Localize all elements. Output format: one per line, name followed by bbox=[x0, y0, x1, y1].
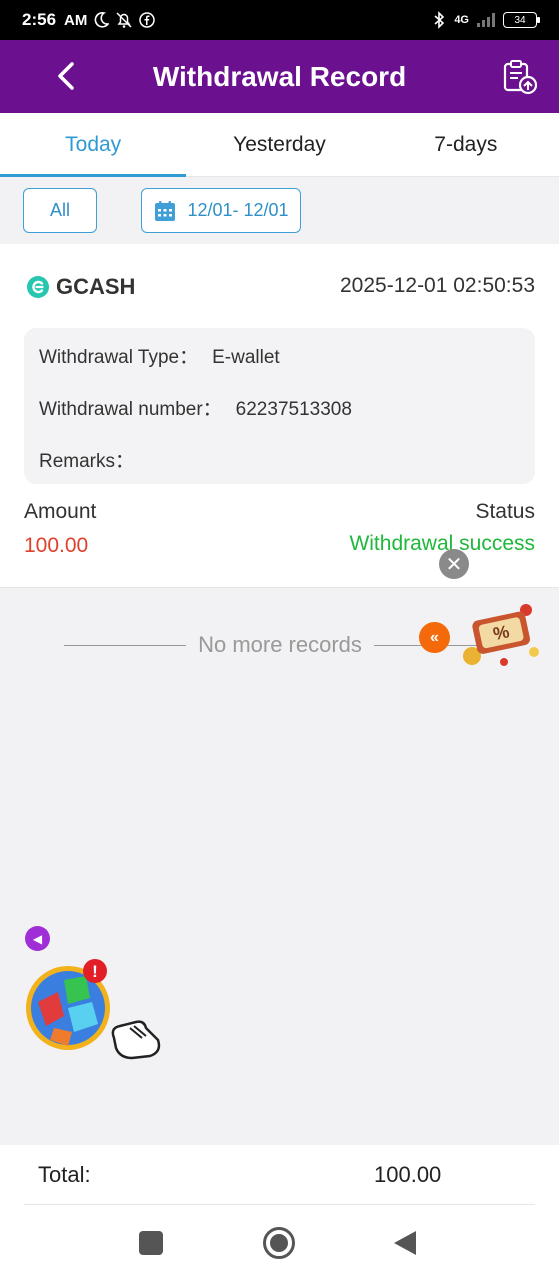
signal-icon bbox=[477, 13, 495, 27]
date-range-label: 12/01- 12/01 bbox=[187, 200, 289, 220]
record-details: Withdrawal Type： E-wallet Withdrawal numb… bbox=[24, 328, 535, 484]
battery-level: 34 bbox=[514, 14, 526, 26]
withdrawal-type-row: Withdrawal Type： E-wallet bbox=[39, 342, 280, 369]
page-title: Withdrawal Record bbox=[152, 60, 407, 92]
status-value: Withdrawal success bbox=[349, 532, 535, 555]
network-type: 4G bbox=[454, 14, 469, 26]
filter-all-label: All bbox=[49, 200, 70, 220]
amount-label: Amount bbox=[24, 500, 97, 523]
withdrawal-type-label: Withdrawal Type： bbox=[39, 347, 199, 368]
withdrawal-number-label: Withdrawal number： bbox=[39, 399, 222, 420]
promo-gift-icon[interactable]: % bbox=[456, 596, 542, 670]
remarks-label: Remarks： bbox=[39, 451, 135, 472]
total-value: 100.00 bbox=[374, 1162, 442, 1187]
back-arrow-icon[interactable] bbox=[52, 58, 82, 94]
game-orb-icon[interactable]: ! bbox=[24, 958, 164, 1070]
status-label: Status bbox=[475, 500, 535, 523]
date-tabs: Today Yesterday 7-days bbox=[0, 113, 559, 177]
status-bar: 2:56 AM 4G 34 bbox=[0, 0, 559, 40]
withdrawal-type-value: E-wallet bbox=[212, 347, 280, 368]
battery-icon: 34 bbox=[503, 12, 540, 28]
bluetooth-icon bbox=[434, 11, 445, 29]
app-header: Withdrawal Record bbox=[0, 40, 559, 113]
record-datetime: 2025-12-01 02:50:53 bbox=[340, 274, 535, 297]
remarks-row: Remarks： bbox=[39, 446, 148, 473]
mute-bell-icon bbox=[116, 12, 132, 28]
withdrawal-number-value: 62237513308 bbox=[235, 399, 352, 420]
payment-method: GCASH bbox=[26, 274, 135, 300]
system-nav-bar bbox=[0, 1205, 559, 1280]
withdrawal-record-card[interactable]: GCASH 2025-12-01 02:50:53 Withdrawal Typ… bbox=[0, 244, 559, 588]
list-end-text: No more records bbox=[198, 632, 362, 657]
status-right: 4G 34 bbox=[432, 11, 540, 29]
status-ampm: AM bbox=[64, 11, 88, 29]
facebook-icon bbox=[139, 12, 156, 28]
tab-yesterday[interactable]: Yesterday bbox=[186, 113, 372, 176]
divider-left bbox=[64, 644, 187, 646]
moon-icon bbox=[94, 12, 110, 28]
total-bar: Total: 100.00 bbox=[0, 1145, 559, 1205]
svg-text:!: ! bbox=[92, 962, 98, 981]
filter-bar: All 12/01- 12/01 bbox=[0, 177, 559, 244]
tab-today[interactable]: Today bbox=[0, 113, 187, 177]
total-label: Total: bbox=[38, 1162, 91, 1187]
date-range-button[interactable]: 12/01- 12/01 bbox=[141, 188, 301, 233]
double-chevron-left-icon[interactable]: « bbox=[419, 622, 450, 653]
amount-value: 100.00 bbox=[24, 534, 89, 557]
calendar-icon bbox=[155, 200, 176, 221]
payment-method-name: GCASH bbox=[56, 274, 136, 299]
tab-7-days[interactable]: 7-days bbox=[373, 113, 559, 176]
withdrawal-number-row: Withdrawal number： 62237513308 bbox=[39, 394, 352, 421]
upload-record-icon[interactable] bbox=[501, 58, 539, 96]
home-circle-icon[interactable] bbox=[262, 1226, 296, 1260]
filter-all-button[interactable]: All bbox=[23, 188, 97, 233]
gcash-icon bbox=[27, 276, 49, 298]
back-triangle-icon[interactable] bbox=[392, 1229, 418, 1257]
status-icons bbox=[93, 11, 156, 29]
close-icon[interactable]: ✕ bbox=[439, 549, 469, 579]
caret-left-icon[interactable]: ◀ bbox=[25, 926, 50, 951]
status-time: 2:56 bbox=[22, 10, 57, 29]
recents-square-icon[interactable] bbox=[138, 1230, 164, 1256]
